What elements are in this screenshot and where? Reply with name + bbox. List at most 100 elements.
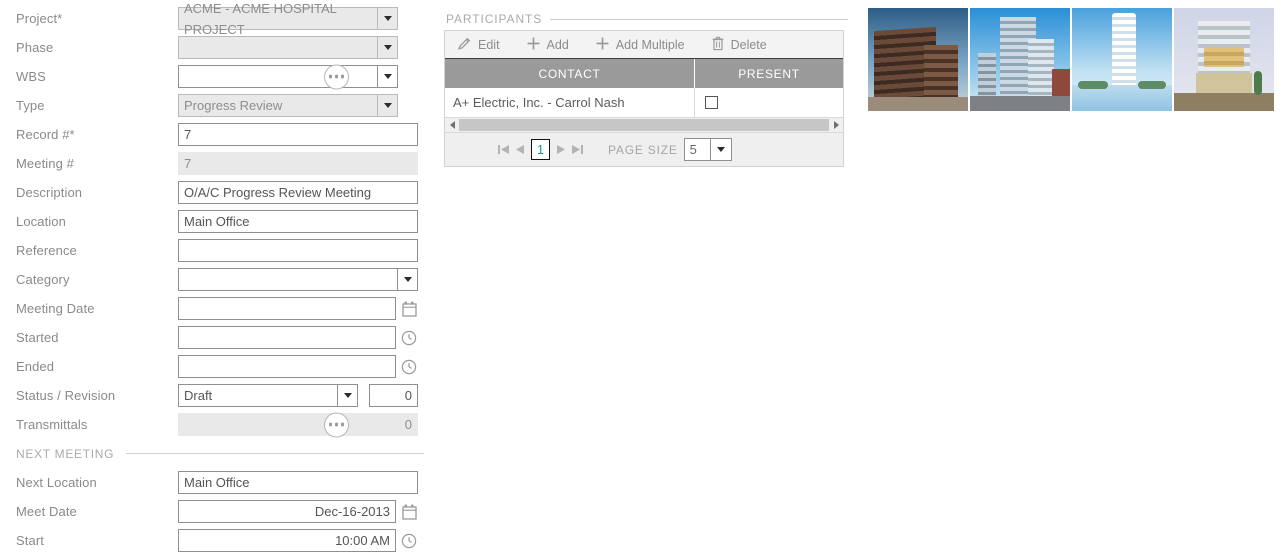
label-location: Location (16, 214, 66, 229)
input-meeting[interactable]: 7 (178, 152, 418, 175)
column-header-contact[interactable]: CONTACT (445, 59, 695, 88)
scroll-thumb[interactable] (459, 119, 829, 131)
building-photo-2[interactable] (970, 8, 1070, 111)
form-row-location: Location Main Office (0, 207, 440, 236)
revision-number-input[interactable]: 0 (369, 384, 418, 407)
input-ended[interactable] (178, 355, 396, 378)
input-reference[interactable] (178, 239, 418, 262)
input-description[interactable]: O/A/C Progress Review Meeting (178, 181, 418, 204)
control-ended (178, 352, 420, 381)
field-value[interactable]: ACME - ACME HOSPITAL PROJECT (178, 1, 377, 37)
plus-icon (595, 36, 610, 54)
toolbar-add-multiple-button[interactable]: Add Multiple (595, 31, 711, 59)
field-value[interactable]: Draft (178, 384, 337, 407)
label-type: Type (16, 98, 45, 113)
building-photo-4[interactable] (1174, 8, 1274, 111)
participants-panel: PARTICIPANTS Edit Add Add Multiple Delete C… (444, 0, 848, 167)
toolbar-delete-button[interactable]: Delete (711, 31, 793, 59)
label-meet-date: Meet Date (16, 504, 77, 519)
toolbar-edit-button[interactable]: Edit (457, 31, 526, 59)
building-photo-1[interactable] (868, 8, 968, 111)
chevron-down-icon[interactable] (710, 138, 732, 161)
page-size-label: PAGE SIZE (608, 142, 678, 157)
form-row-meeting: Meeting # 7 (0, 149, 440, 178)
label-ended: Ended (16, 359, 55, 374)
control-category (178, 265, 418, 294)
project-image-strip (868, 8, 1282, 111)
control-wbs (178, 62, 398, 91)
label-reference: Reference (16, 243, 77, 258)
next-page-icon[interactable] (552, 138, 569, 162)
label-transmittals: Transmittals (16, 417, 88, 432)
ellipsis-button[interactable] (324, 64, 349, 89)
building-photo-3[interactable] (1072, 8, 1172, 111)
form-row-phase: Phase (0, 33, 440, 62)
dropdown-type[interactable]: Progress Review (178, 94, 398, 117)
toolbar-label: Add (546, 37, 569, 52)
label-category: Category (16, 272, 70, 287)
label-started: Started (16, 330, 59, 345)
chevron-down-icon[interactable] (397, 268, 418, 291)
input-next-location[interactable]: Main Office (178, 471, 418, 494)
input-location[interactable]: Main Office (178, 210, 418, 233)
current-page-number[interactable]: 1 (531, 139, 550, 160)
dropdown-wbs[interactable] (178, 65, 398, 88)
trash-icon (711, 36, 725, 54)
label-description: Description (16, 185, 83, 200)
toolbar-add-button[interactable]: Add (526, 31, 595, 59)
prev-page-icon[interactable] (512, 138, 529, 162)
present-checkbox[interactable] (705, 96, 718, 109)
toolbar-label: Edit (478, 37, 500, 52)
field-value[interactable] (178, 36, 377, 59)
scroll-left-icon[interactable] (445, 121, 459, 129)
form-row-reference: Reference (0, 236, 440, 265)
input-record[interactable]: 7 (178, 123, 418, 146)
chevron-down-icon[interactable] (337, 384, 358, 407)
dropdown-phase[interactable] (178, 36, 398, 59)
section-divider (126, 453, 424, 454)
calendar-icon[interactable] (398, 297, 420, 320)
page-size-value[interactable]: 5 (683, 138, 711, 161)
form-row-description: Description O/A/C Progress Review Meeting (0, 178, 440, 207)
label-wbs: WBS (16, 69, 46, 84)
plus-icon (526, 36, 541, 54)
field-value[interactable] (178, 268, 397, 291)
control-meet-date: Dec-16-2013 (178, 497, 420, 526)
toolbar-label: Add Multiple (615, 37, 685, 52)
chevron-down-icon[interactable] (377, 7, 398, 30)
dropdown-project[interactable]: ACME - ACME HOSPITAL PROJECT (178, 1, 398, 37)
input-meeting-date[interactable] (178, 297, 396, 320)
input-start[interactable]: 10:00 AM (178, 529, 396, 552)
label-meeting: Meeting # (16, 156, 74, 171)
clock-icon[interactable] (398, 326, 420, 349)
chevron-down-icon[interactable] (377, 36, 398, 59)
page-size-select[interactable]: 5 (683, 138, 732, 161)
chevron-down-icon[interactable] (377, 94, 398, 117)
meeting-minutes-form-page: Project* ACME - ACME HOSPITAL PROJECT Phas… (0, 0, 1282, 557)
scroll-right-icon[interactable] (829, 121, 843, 129)
form-row-type: Type Progress Review (0, 91, 440, 120)
clock-icon[interactable] (398, 355, 420, 378)
label-status-revision: Status / Revision (16, 388, 116, 403)
clock-icon[interactable] (398, 529, 420, 552)
first-page-icon[interactable] (495, 138, 512, 162)
grid-horizontal-scrollbar[interactable] (445, 118, 843, 133)
dropdown-category[interactable] (178, 268, 418, 291)
calendar-icon[interactable] (398, 500, 420, 523)
control-description: O/A/C Progress Review Meeting (178, 178, 418, 207)
field-value[interactable]: Progress Review (178, 94, 377, 117)
table-row[interactable]: A+ Electric, Inc. - Carrol Nash (445, 88, 843, 118)
input-transmittals[interactable]: 0 (178, 413, 418, 436)
section-divider (550, 19, 848, 20)
input-meet-date[interactable]: Dec-16-2013 (178, 500, 396, 523)
ellipsis-button[interactable] (324, 412, 349, 437)
next-meeting-section-title: NEXT MEETING (16, 446, 115, 461)
form-row-meeting-date: Meeting Date (0, 294, 440, 323)
form-row-project: Project* ACME - ACME HOSPITAL PROJECT (0, 1, 440, 37)
form-row-transmittals: Transmittals 0 (0, 410, 440, 439)
chevron-down-icon[interactable] (377, 65, 398, 88)
dropdown-status[interactable]: Draft (178, 384, 358, 407)
input-started[interactable] (178, 326, 396, 349)
last-page-icon[interactable] (569, 138, 586, 162)
column-header-present[interactable]: PRESENT (695, 59, 843, 88)
